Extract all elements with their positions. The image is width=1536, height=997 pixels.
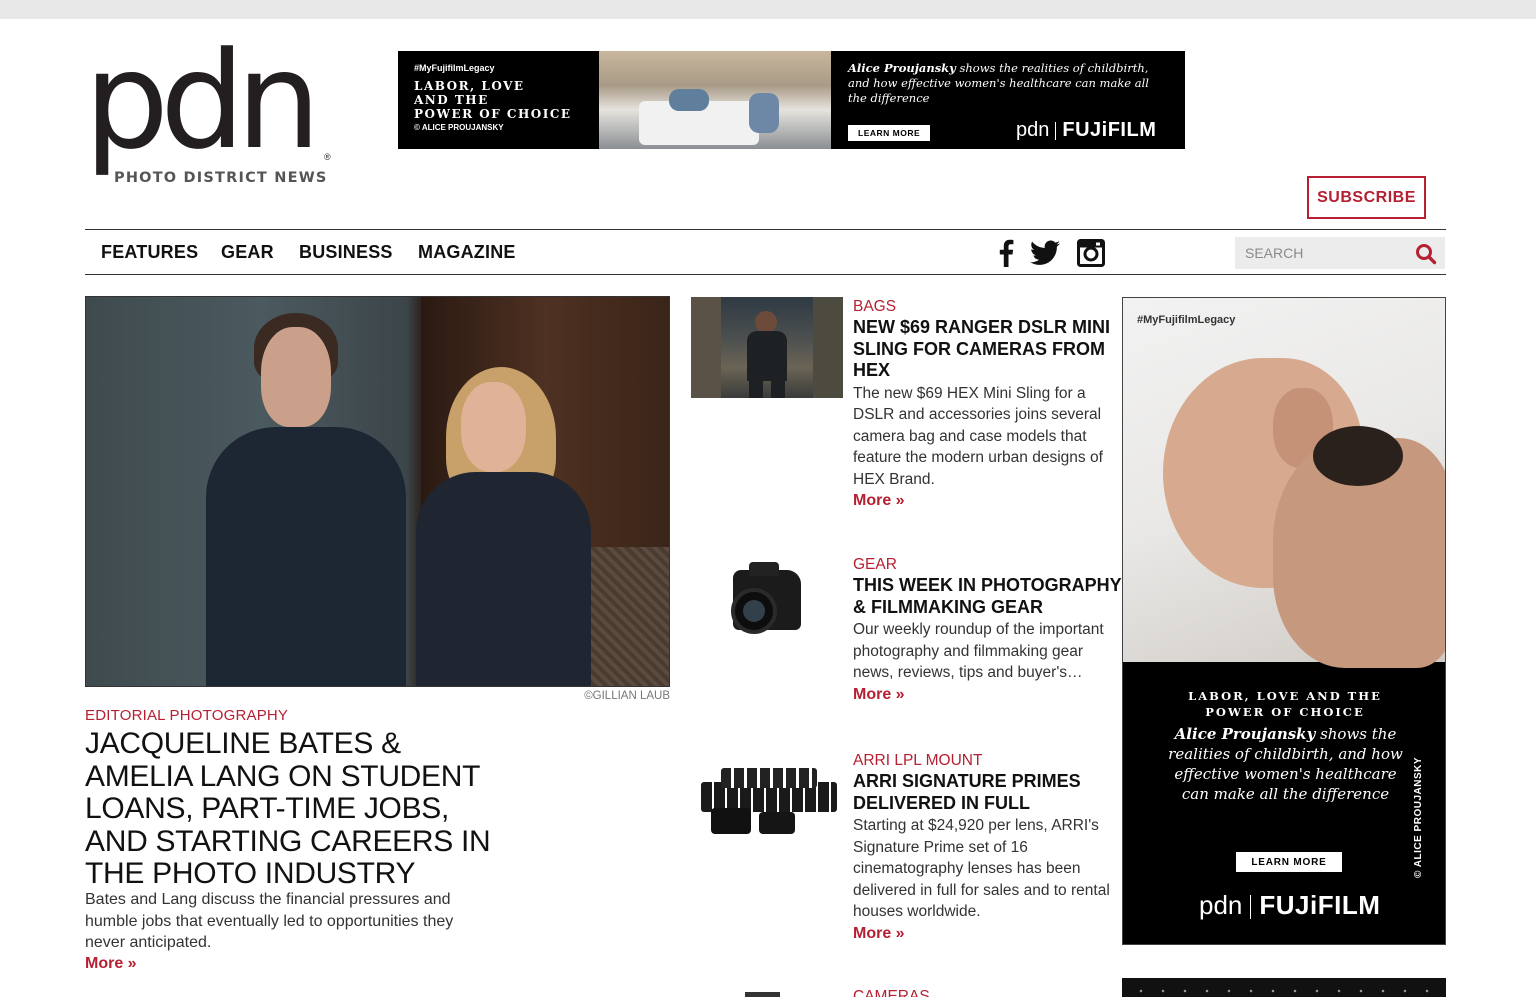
feature-title-link[interactable]: JACQUELINE BATES & AMELIA LANG ON STUDEN… [85, 727, 505, 891]
browser-top-strip [0, 0, 1536, 19]
feature-description: Bates and Lang discuss the financial pre… [85, 891, 454, 951]
feature-photo-credit: ©GILLIAN LAUB [584, 690, 670, 702]
article-title-link[interactable]: THIS WEEK IN PHOTOGRAPHY & FILMMAKING GE… [853, 575, 1125, 618]
article-thumbnail[interactable] [691, 556, 843, 657]
feature-image[interactable] [85, 296, 670, 687]
banner-ad-description: Alice Proujansky shows the realities of … [848, 61, 1149, 105]
sidebar-ad-headline: LABOR, LOVE AND THE POWER OF CHOICE [1188, 689, 1382, 719]
banner-ad-copy: Alice Proujansky shows the realities of … [848, 61, 1168, 141]
sidebar-ad-2[interactable] [1122, 978, 1446, 997]
search-input[interactable] [1235, 237, 1405, 269]
article-thumbnail[interactable] [691, 297, 843, 398]
logo-tagline: PHOTO DISTRICT NEWS [114, 170, 328, 186]
article-thumbnail[interactable] [691, 752, 843, 853]
facebook-icon[interactable] [991, 238, 1021, 268]
banner-ad[interactable]: #MyFujifilmLegacy LABOR, LOVE AND THE PO… [398, 51, 1185, 149]
article-title-link[interactable]: ARRI SIGNATURE PRIMES DELIVERED IN FULL [853, 771, 1125, 814]
nav-item-business[interactable]: BUSINESS [299, 242, 393, 263]
subscribe-button[interactable]: SUBSCRIBE [1307, 176, 1426, 219]
search-icon[interactable] [1415, 243, 1437, 265]
nav-item-features[interactable]: FEATURES [101, 242, 198, 263]
article-category-link[interactable]: CAMERAS [853, 988, 930, 997]
banner-ad-brand-logo: pdn FUJiFILM [1016, 119, 1157, 141]
logo-wordmark: pdn [84, 23, 321, 179]
sidebar-ad-brand-logo: pdn FUJiFILM [1199, 890, 1381, 920]
feature-more-link[interactable]: More » [85, 955, 137, 973]
banner-ad-photo [599, 51, 831, 149]
article-category-link[interactable]: GEAR [853, 555, 1125, 575]
article-title-link[interactable]: NEW $69 RANGER DSLR MINI SLING FOR CAMER… [853, 317, 1125, 382]
main-nav: FEATURES GEAR BUSINESS MAGAZINE [85, 229, 1446, 275]
banner-ad-text-panel: #MyFujifilmLegacy LABOR, LOVE AND THE PO… [398, 51, 598, 149]
article-more-link[interactable]: More » [853, 923, 1125, 945]
article-category-link[interactable]: BAGS [853, 297, 1125, 317]
nav-item-magazine[interactable]: MAGAZINE [418, 242, 516, 263]
feature-category-link[interactable]: EDITORIAL PHOTOGRAPHY [85, 707, 288, 724]
instagram-icon[interactable] [1076, 238, 1106, 268]
article-more-link[interactable]: More » [853, 490, 1125, 512]
sidebar-ad-photo: #MyFujifilmLegacy [1123, 298, 1445, 668]
twitter-icon[interactable] [1030, 238, 1060, 268]
banner-ad-credit: © ALICE PROUJANSKY [414, 123, 504, 132]
article-description: The new $69 HEX Mini Sling for a DSLR an… [853, 384, 1103, 488]
logo-registered-mark: ® [324, 152, 331, 162]
article-more-link[interactable]: More » [853, 684, 1125, 706]
banner-ad-headline: LABOR, LOVE AND THE POWER OF CHOICE [414, 79, 572, 121]
sidebar-ad-description: Alice Proujansky shows the realities of … [1168, 725, 1403, 803]
site-logo[interactable]: pdn ® PHOTO DISTRICT NEWS [84, 34, 334, 209]
banner-ad-learn-more-button[interactable]: LEARN MORE [848, 125, 931, 141]
sidebar-ad-hashtag: #MyFujifilmLegacy [1137, 314, 1236, 326]
article-description: Starting at $24,920 per lens, ARRI's Sig… [853, 817, 1110, 920]
search-box [1235, 237, 1445, 269]
nav-item-gear[interactable]: GEAR [221, 242, 274, 263]
article-description: Our weekly roundup of the important phot… [853, 621, 1104, 681]
sidebar-ad-learn-more-button[interactable]: LEARN MORE [1236, 852, 1342, 872]
article-thumbnail[interactable] [745, 992, 780, 997]
banner-ad-hashtag: #MyFujifilmLegacy [414, 63, 495, 73]
sidebar-ad[interactable]: #MyFujifilmLegacy LABOR, LOVE AND THE PO… [1122, 297, 1446, 945]
sidebar-ad-credit: © ALICE PROUJANSKY [1413, 756, 1424, 878]
article-category-link[interactable]: ARRI LPL MOUNT [853, 751, 1125, 771]
